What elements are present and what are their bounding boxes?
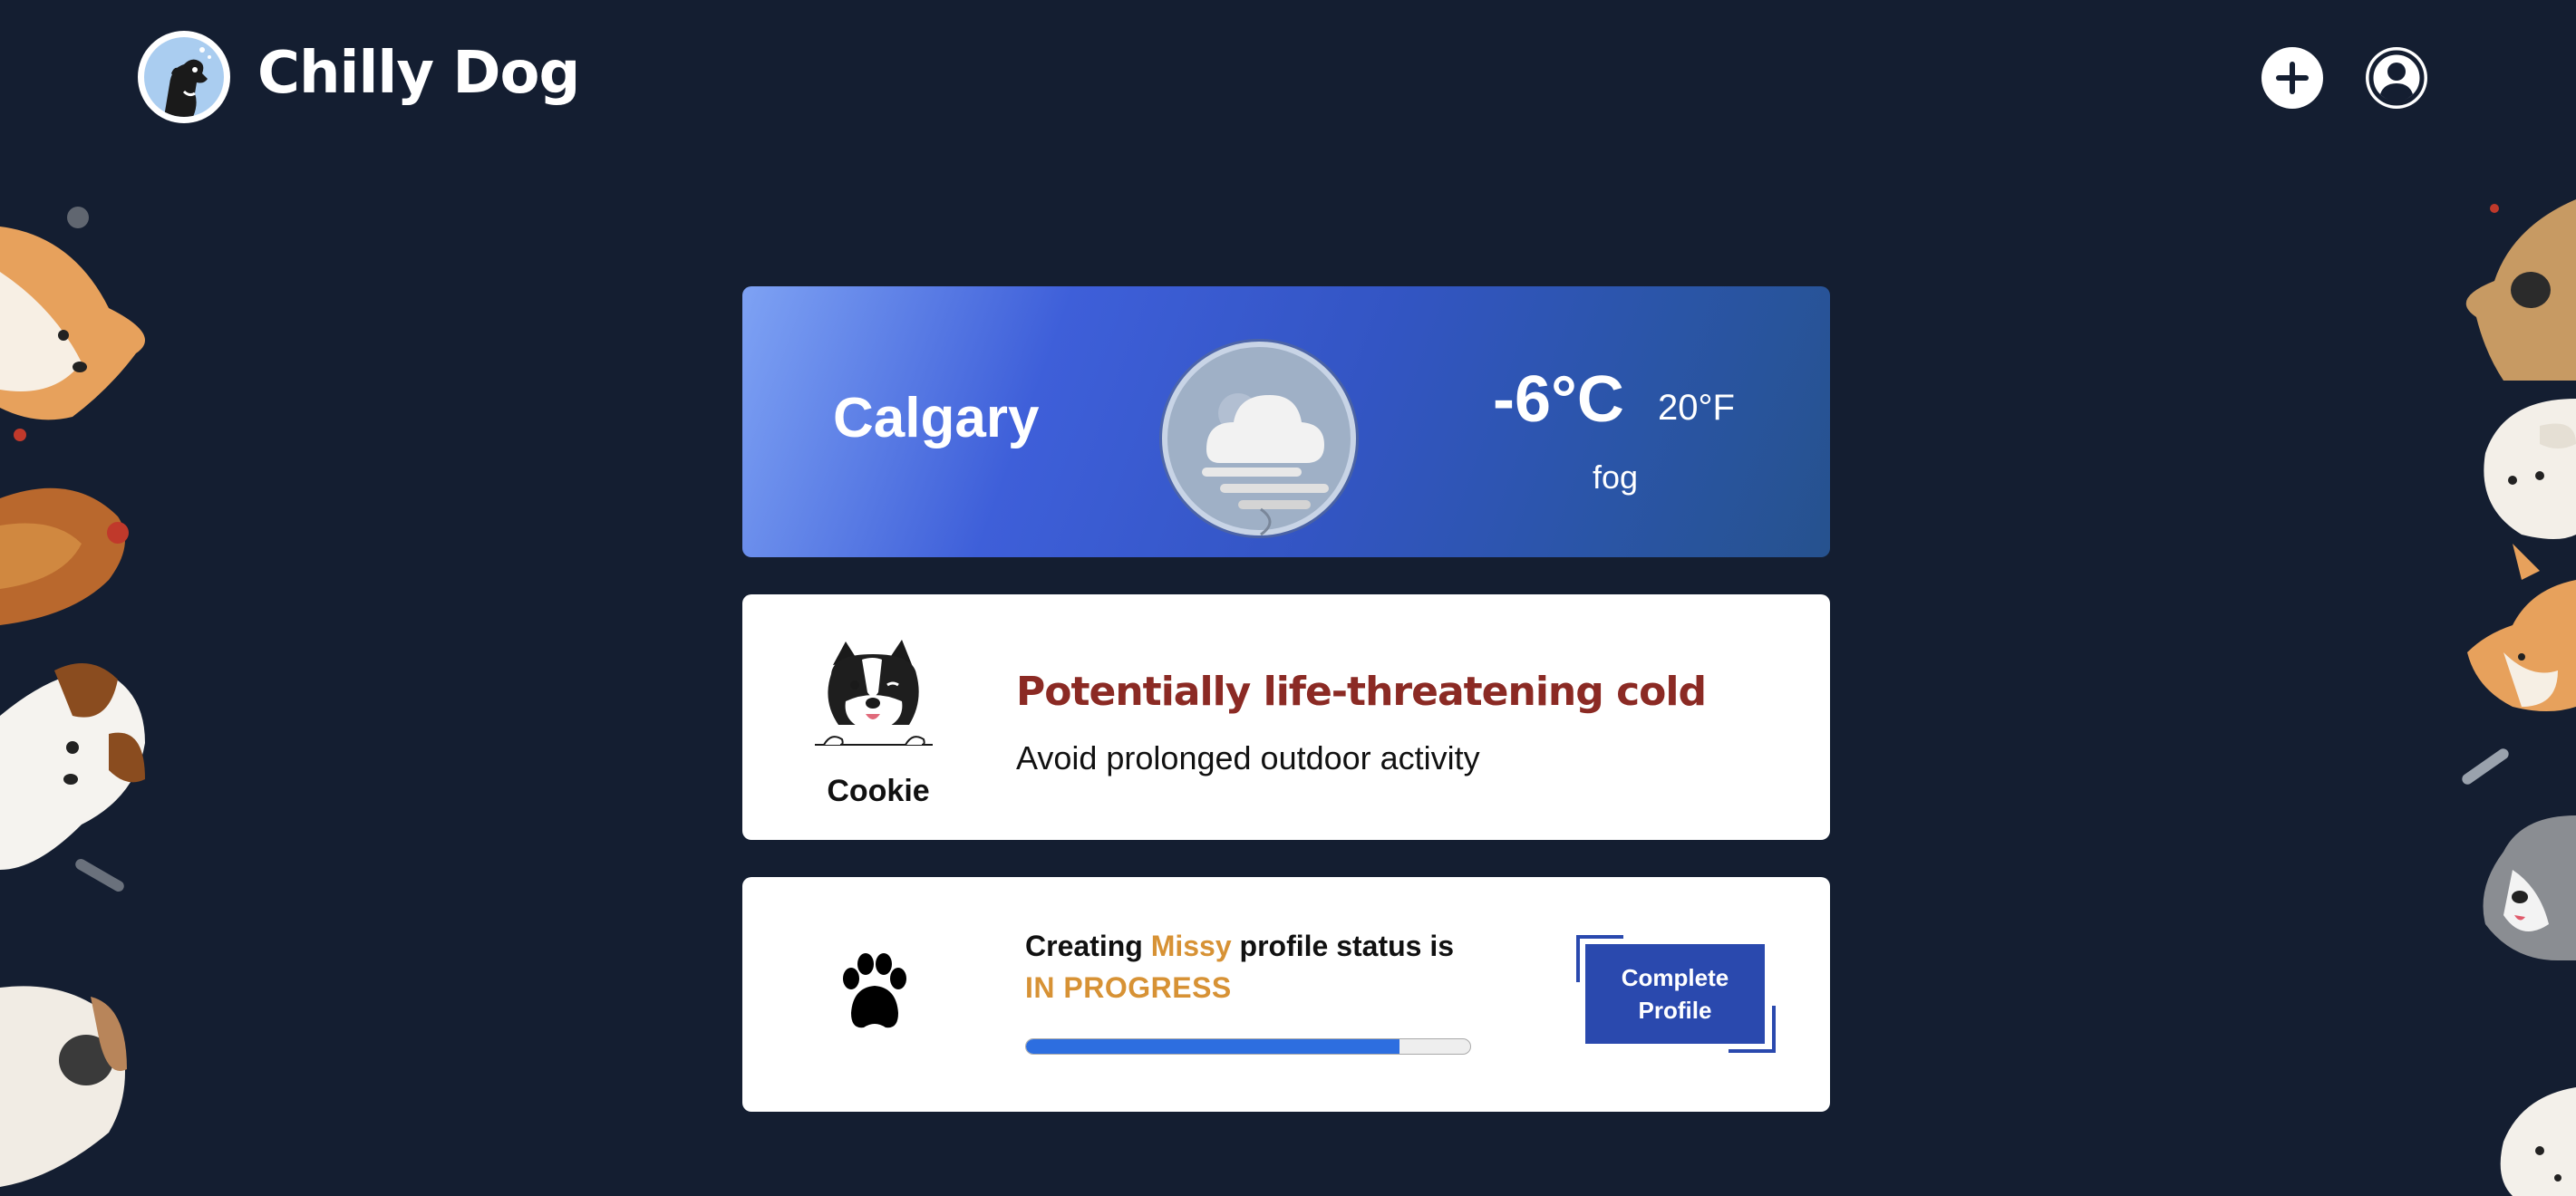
plus-icon: [2276, 62, 2309, 94]
weather-city: Calgary: [833, 387, 1040, 449]
profile-status-value: IN PROGRESS: [1025, 971, 1232, 1004]
complete-profile-button[interactable]: Complete Profile: [1585, 944, 1765, 1044]
fog-icon: [1152, 332, 1379, 540]
alert-title: Potentially life-threatening cold: [1016, 669, 1707, 715]
alert-message: Avoid prolonged outdoor activity: [1016, 739, 1480, 776]
weather-description: fog: [1593, 458, 1639, 496]
pet-name-label: Cookie: [827, 774, 930, 808]
profile-status-card: Creating Missy profile status is IN PROG…: [742, 877, 1830, 1112]
paw-icon: [833, 951, 916, 1035]
status-suffix: profile status is: [1231, 930, 1455, 962]
logo-dog-icon: [144, 37, 224, 117]
profile-pet-name: Missy: [1150, 930, 1232, 962]
right-dogs-decoration-icon: [2462, 199, 2576, 1196]
temperature-fahrenheit: 20°F: [1658, 388, 1735, 428]
left-dogs-decoration-icon: [0, 207, 145, 1187]
profile-progress-bar: [1025, 1038, 1471, 1055]
pet-alert-card: Cookie Potentially life-threatening cold…: [742, 594, 1830, 840]
logo: [138, 31, 230, 123]
complete-profile-cta: Complete Profile: [1576, 935, 1776, 1053]
status-prefix: Creating: [1025, 930, 1151, 962]
dog-avatar-icon: [815, 638, 933, 754]
brand-title[interactable]: Chilly Dog: [257, 40, 580, 107]
profile-status-text: Creating Missy profile status is: [1025, 930, 1454, 963]
account-button[interactable]: [2366, 47, 2427, 109]
progress-fill: [1026, 1039, 1399, 1054]
temperature-celsius: -6°C: [1493, 363, 1624, 436]
add-pet-button[interactable]: [2261, 47, 2323, 109]
user-icon: [2368, 50, 2425, 106]
weather-card: Calgary -6°C 20°F fog: [742, 286, 1830, 557]
